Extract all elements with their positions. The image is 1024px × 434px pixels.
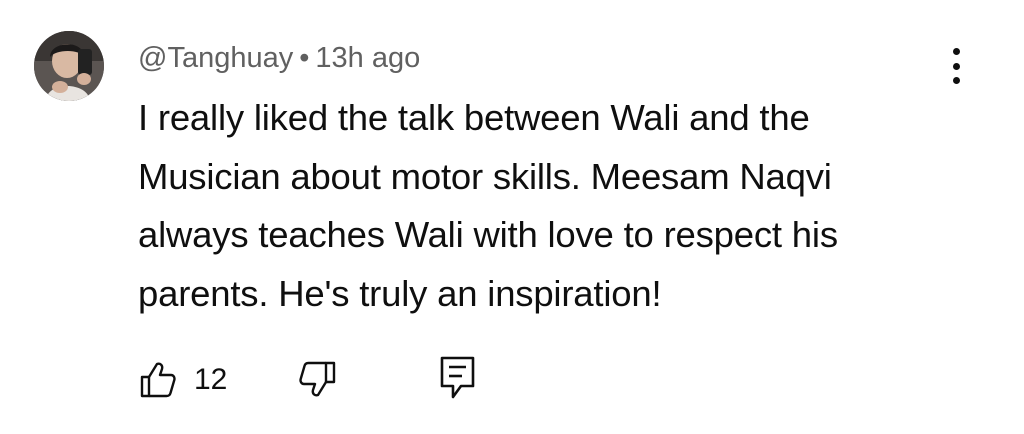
comment-text-line: always teaches Wali with love to respect…	[138, 214, 838, 255]
comment-text-line: parents. He's truly an inspiration!	[138, 272, 662, 314]
avatar[interactable]	[34, 31, 104, 101]
comment-time: 13h ago	[315, 42, 421, 74]
comment-text-line: Musician about motor skills. Meesam Naqv…	[138, 155, 832, 197]
reply-button[interactable]	[438, 355, 478, 406]
comment-meta: @Tanghuay • 13h ago	[138, 38, 420, 78]
like-button[interactable]: 12	[138, 360, 227, 400]
comment-thread: @Tanghuay • 13h ago I really liked the tal…	[0, 0, 1024, 434]
more-vert-icon-dot	[952, 48, 960, 55]
comment-text: I really liked the talk between Wali and…	[138, 89, 938, 323]
more-vert-icon-dot	[952, 62, 960, 70]
dislike-button[interactable]	[296, 360, 338, 405]
author-name[interactable]: @Tanghuay	[138, 42, 293, 74]
avatar-image	[34, 31, 104, 101]
more-options-button[interactable]	[936, 44, 976, 88]
comment-text-line: I really liked the talk between Wali and…	[138, 97, 810, 138]
more-vert-icon-dot	[952, 77, 960, 84]
thumbs-up-icon	[140, 362, 176, 398]
like-count: 12	[194, 363, 228, 396]
reply-comment-icon	[440, 356, 475, 399]
thumbs-down-icon	[299, 361, 336, 397]
meta-separator: •	[299, 42, 310, 74]
